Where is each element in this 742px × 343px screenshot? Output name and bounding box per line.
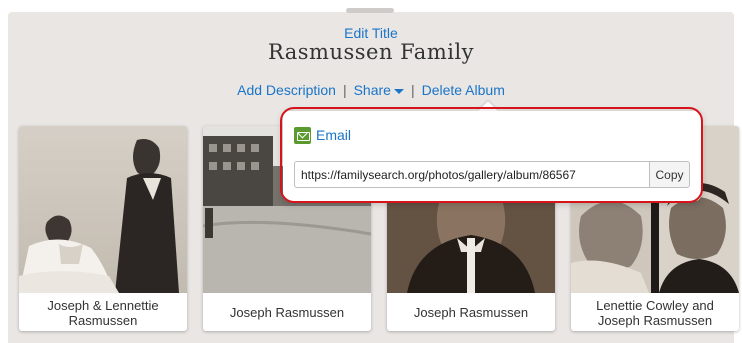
email-share-button[interactable]: Email — [294, 124, 351, 146]
album-title: Rasmussen Family — [267, 40, 475, 64]
edit-title-link[interactable]: Edit Title — [0, 25, 742, 41]
panel-handle — [346, 8, 394, 13]
album-actions: Add Description | Share | Delete Album — [0, 82, 742, 98]
photo-caption: Joseph & Lennettie Rasmussen — [47, 297, 159, 328]
copy-button[interactable]: Copy — [649, 161, 690, 188]
share-label: Share — [353, 82, 391, 98]
photo-caption: Lenettie Cowley and Joseph Rasmussen — [596, 297, 714, 328]
photo-caption: Joseph Rasmussen — [229, 305, 345, 320]
photo-card[interactable]: Joseph & Lennettie Rasmussen — [19, 126, 187, 331]
photo-thumbnail — [19, 126, 187, 293]
email-icon — [294, 126, 311, 144]
add-description-link[interactable]: Add Description — [237, 82, 336, 98]
share-dropdown[interactable]: Share — [354, 82, 404, 98]
share-url-field[interactable] — [294, 161, 649, 188]
share-url-row: Copy — [294, 161, 690, 188]
caret-down-icon — [393, 88, 404, 94]
separator: | — [342, 82, 347, 98]
separator: | — [410, 82, 415, 98]
delete-album-link[interactable]: Delete Album — [422, 82, 505, 98]
email-label: Email — [316, 127, 352, 143]
photo-caption: Joseph Rasmussen — [413, 305, 529, 320]
